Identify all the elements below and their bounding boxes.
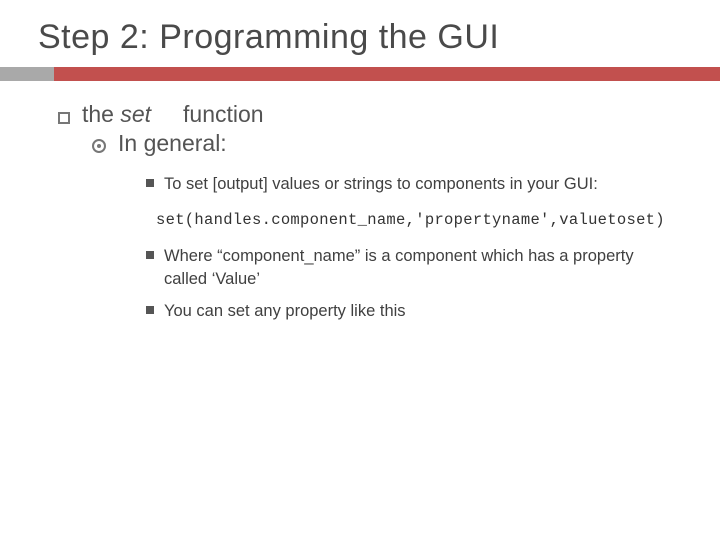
code-snippet: set(handles.component_name,'propertyname… [156, 211, 676, 229]
level3-a-text: To set [output] values or strings to com… [164, 173, 598, 195]
level3-b-text: Where “component_name” is a component wh… [164, 245, 676, 290]
square-bullet-icon [58, 112, 70, 124]
square-small-bullet-icon [146, 179, 154, 187]
bullet-level2: In general: [92, 130, 676, 157]
circle-dot-bullet-icon [92, 139, 106, 153]
square-small-bullet-icon [146, 306, 154, 314]
accent-bar [0, 67, 720, 81]
bullet-level1: the set function [58, 101, 676, 128]
level1-text: the set function [82, 101, 264, 128]
bullet-level3-b: Where “component_name” is a component wh… [146, 245, 676, 290]
slide-title: Step 2: Programming the GUI [0, 18, 720, 63]
bullet-level3-c: You can set any property like this [146, 300, 676, 322]
bullet-level3-a: To set [output] values or strings to com… [146, 173, 676, 195]
level2-text: In general: [118, 130, 227, 157]
level1-em: set [120, 101, 151, 127]
level3-c-text: You can set any property like this [164, 300, 406, 322]
level1-post: function [177, 101, 264, 127]
level1-pre: the [82, 101, 120, 127]
content-area: the set function In general: To set [out… [0, 81, 720, 322]
square-small-bullet-icon [146, 251, 154, 259]
